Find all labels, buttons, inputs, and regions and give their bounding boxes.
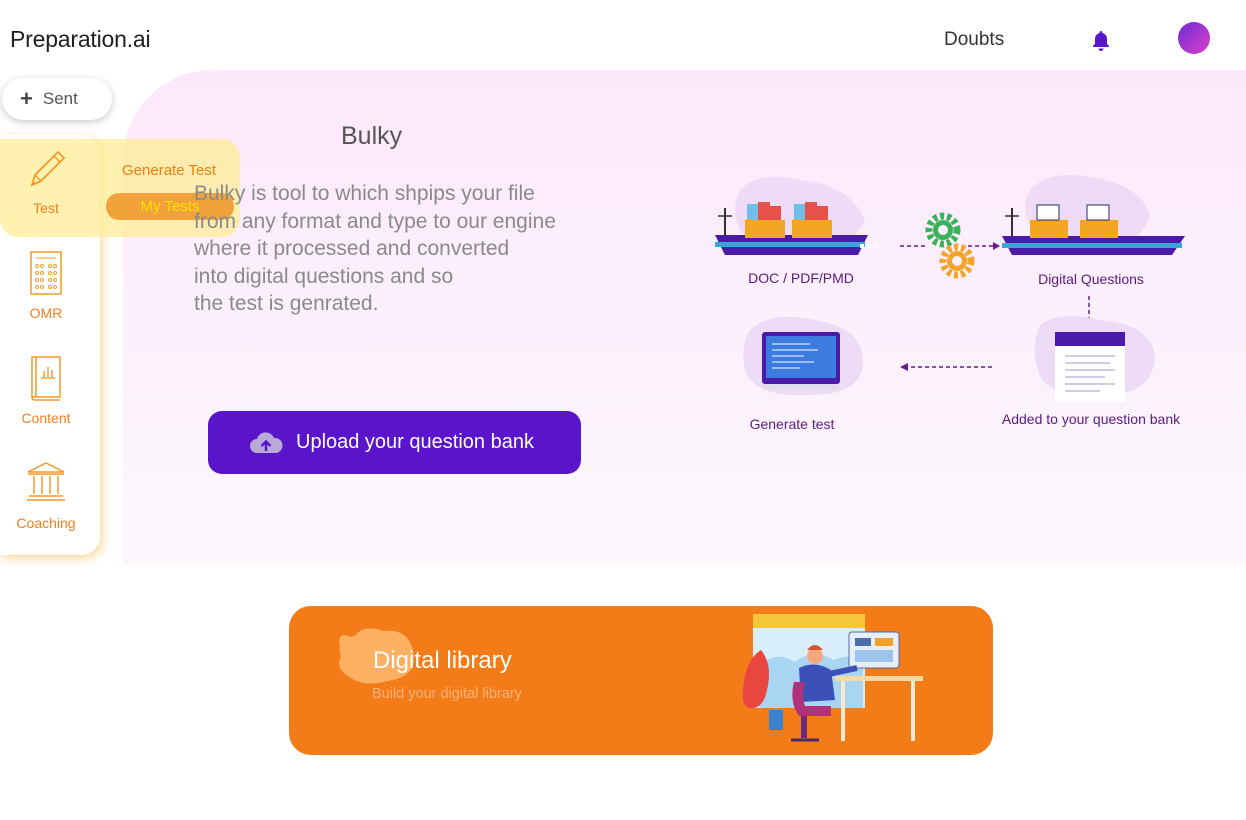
institution-icon bbox=[27, 462, 65, 501]
sidebar-item-coaching[interactable]: Coaching bbox=[0, 460, 92, 531]
bulky-flow-illustration: Bulky Digital Questions DOC / PDF/PMD Ad… bbox=[715, 174, 1185, 432]
bulky-description: Bulky is tool to which shpips your file … bbox=[194, 182, 556, 315]
sidebar-item-content[interactable]: Content bbox=[0, 355, 92, 426]
sent-button[interactable]: + Sent bbox=[2, 78, 112, 120]
sent-button-label: Sent bbox=[42, 89, 78, 108]
gear-icon bbox=[925, 212, 961, 248]
ship-label: Bulky bbox=[867, 244, 882, 250]
sidebar-item-coaching-label: Coaching bbox=[16, 515, 76, 531]
flow-step-doc: DOC / PDF/PMD bbox=[748, 270, 854, 286]
plus-icon: + bbox=[20, 86, 33, 111]
digital-library-title: Digital library bbox=[373, 647, 512, 674]
upload-button-label: Upload your question bank bbox=[296, 431, 534, 453]
sidebar-item-test[interactable]: Test bbox=[0, 145, 92, 216]
sidebar-item-test-label: Test bbox=[33, 200, 59, 216]
person-at-desk-illustration bbox=[742, 614, 923, 742]
pencil-icon bbox=[30, 150, 66, 187]
top-bar: Preparation.ai Doubts bbox=[0, 0, 1246, 78]
sidebar-item-omr[interactable]: OMR bbox=[0, 250, 92, 321]
flow-step-generate-test: Generate test bbox=[750, 416, 835, 432]
upload-question-bank-button[interactable]: Upload your question bank bbox=[208, 411, 581, 474]
bell-icon[interactable] bbox=[1089, 29, 1113, 53]
sidebar-item-content-label: Content bbox=[21, 410, 71, 426]
flow-step-digital-questions: Digital Questions bbox=[1038, 271, 1144, 287]
doubts-link[interactable]: Doubts bbox=[944, 29, 1004, 51]
brand-logo[interactable]: Preparation.ai bbox=[10, 26, 151, 53]
cloud-upload-icon bbox=[250, 431, 283, 453]
sidebar-item-omr-label: OMR bbox=[29, 305, 63, 321]
monitor-icon bbox=[762, 332, 840, 390]
book-icon bbox=[31, 356, 61, 401]
document-icon bbox=[1055, 332, 1125, 402]
omr-sheet-icon bbox=[30, 251, 62, 295]
digital-library-card[interactable]: Digital library Build your digital libra… bbox=[289, 606, 993, 755]
submenu-generate-test[interactable]: Generate Test bbox=[122, 162, 216, 179]
avatar[interactable] bbox=[1178, 22, 1210, 54]
gear-icon bbox=[939, 243, 975, 279]
bulky-title: Bulky bbox=[341, 122, 403, 150]
flow-step-question-bank: Added to your question bank bbox=[1002, 411, 1181, 427]
digital-library-subtitle: Build your digital library bbox=[372, 686, 522, 702]
